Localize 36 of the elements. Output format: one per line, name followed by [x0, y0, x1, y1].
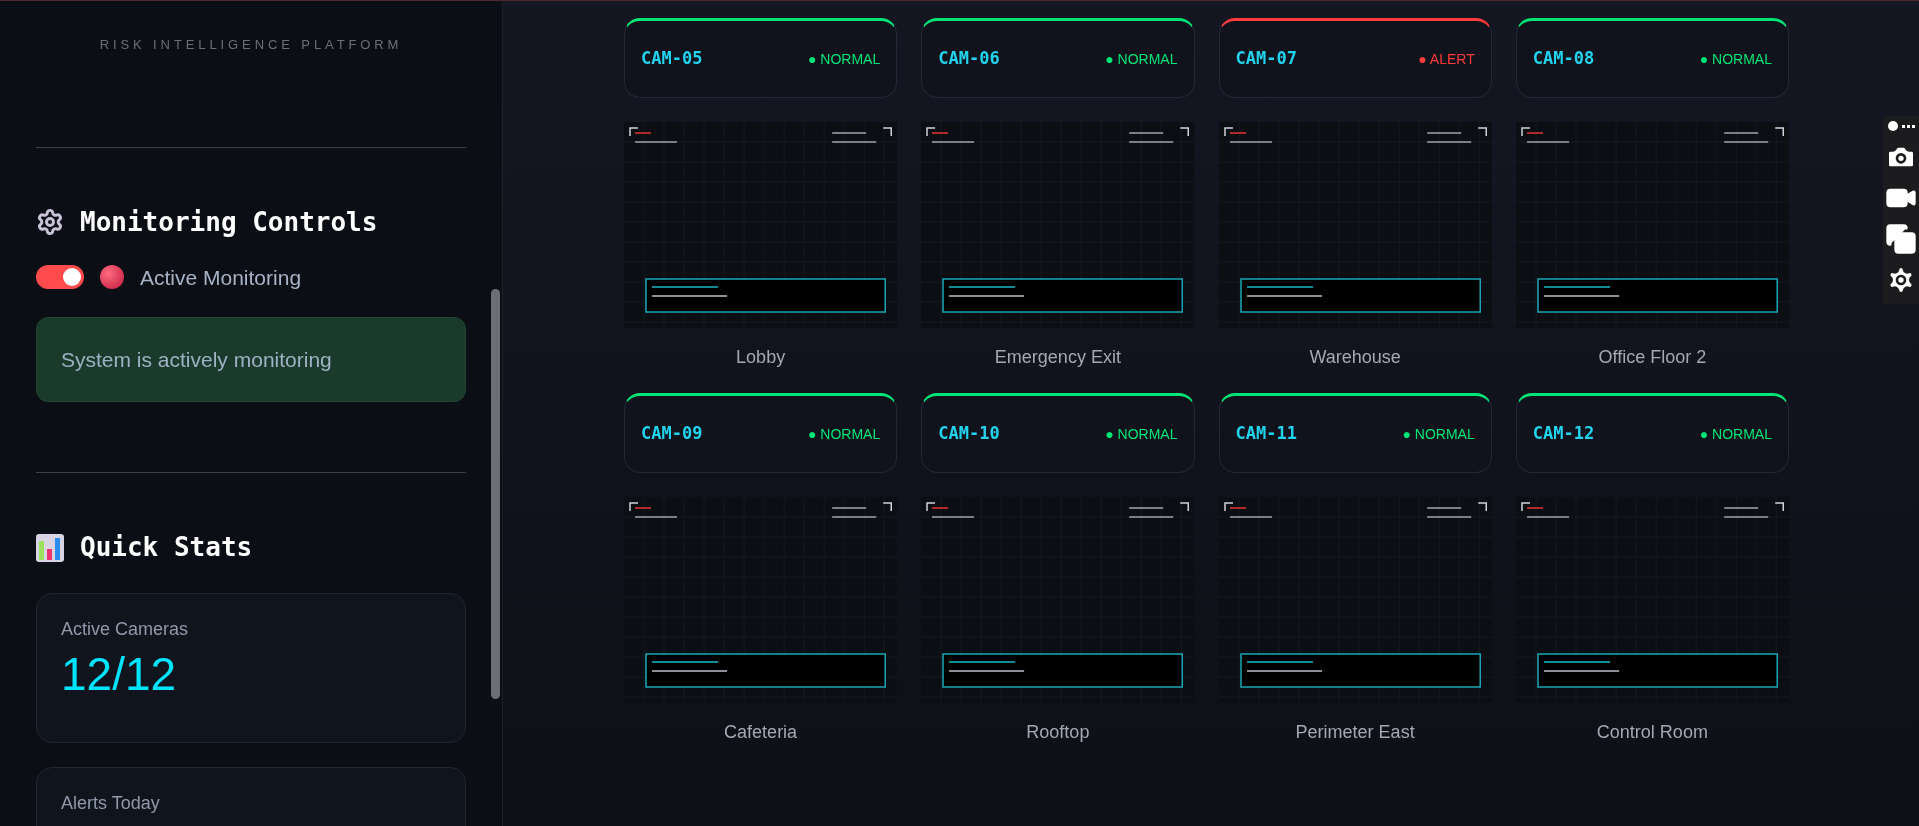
- camera-status: ● NORMAL: [1105, 424, 1178, 444]
- camera-location: Cafeteria: [723, 721, 799, 744]
- camera-location: Warehouse: [1308, 346, 1402, 369]
- camera-location: Lobby: [735, 346, 787, 369]
- camera-status: ● NORMAL: [1402, 424, 1475, 444]
- stat-value: 12/12: [61, 651, 178, 697]
- camera-id: CAM-05: [641, 47, 703, 71]
- gear-icon: [36, 208, 64, 236]
- camera-location: Emergency Exit: [993, 346, 1122, 369]
- camera-status: ● ALERT: [1418, 49, 1475, 69]
- camera-id: CAM-10: [938, 422, 1000, 446]
- camera-status: ● NORMAL: [1699, 424, 1772, 444]
- bar-chart-icon: [36, 533, 64, 562]
- camera-status: ● NORMAL: [1105, 49, 1178, 69]
- status-message: System is actively monitoring: [36, 317, 466, 402]
- camera-id: CAM-06: [938, 47, 1000, 71]
- camera-location: Perimeter East: [1294, 721, 1416, 744]
- camera-location: Office Floor 2: [1597, 346, 1708, 369]
- camera-status: ● NORMAL: [808, 424, 881, 444]
- camera-location: Rooftop: [1025, 721, 1091, 744]
- camera-id: CAM-07: [1235, 47, 1297, 71]
- camera-location: Control Room: [1595, 721, 1709, 744]
- toggle-label: Active Monitoring: [140, 264, 302, 291]
- stat-label: Active Cameras: [61, 618, 190, 641]
- camera-id: CAM-11: [1235, 422, 1297, 446]
- windows-icon[interactable]: [1885, 223, 1917, 255]
- section-heading: Monitoring Controls: [80, 205, 378, 239]
- stat-label: Alerts Today: [61, 792, 161, 815]
- camera-id: CAM-09: [641, 422, 703, 446]
- camera-id: CAM-12: [1532, 422, 1595, 446]
- camera-id: CAM-08: [1532, 47, 1595, 71]
- camera-status: ● NORMAL: [808, 49, 881, 69]
- section-heading: Quick Stats: [80, 531, 253, 564]
- camera-status: ● NORMAL: [1699, 49, 1772, 69]
- monitoring-toggle[interactable]: [36, 265, 84, 290]
- platform-subtitle: RISK INTELLIGENCE PLATFORM: [98, 36, 404, 54]
